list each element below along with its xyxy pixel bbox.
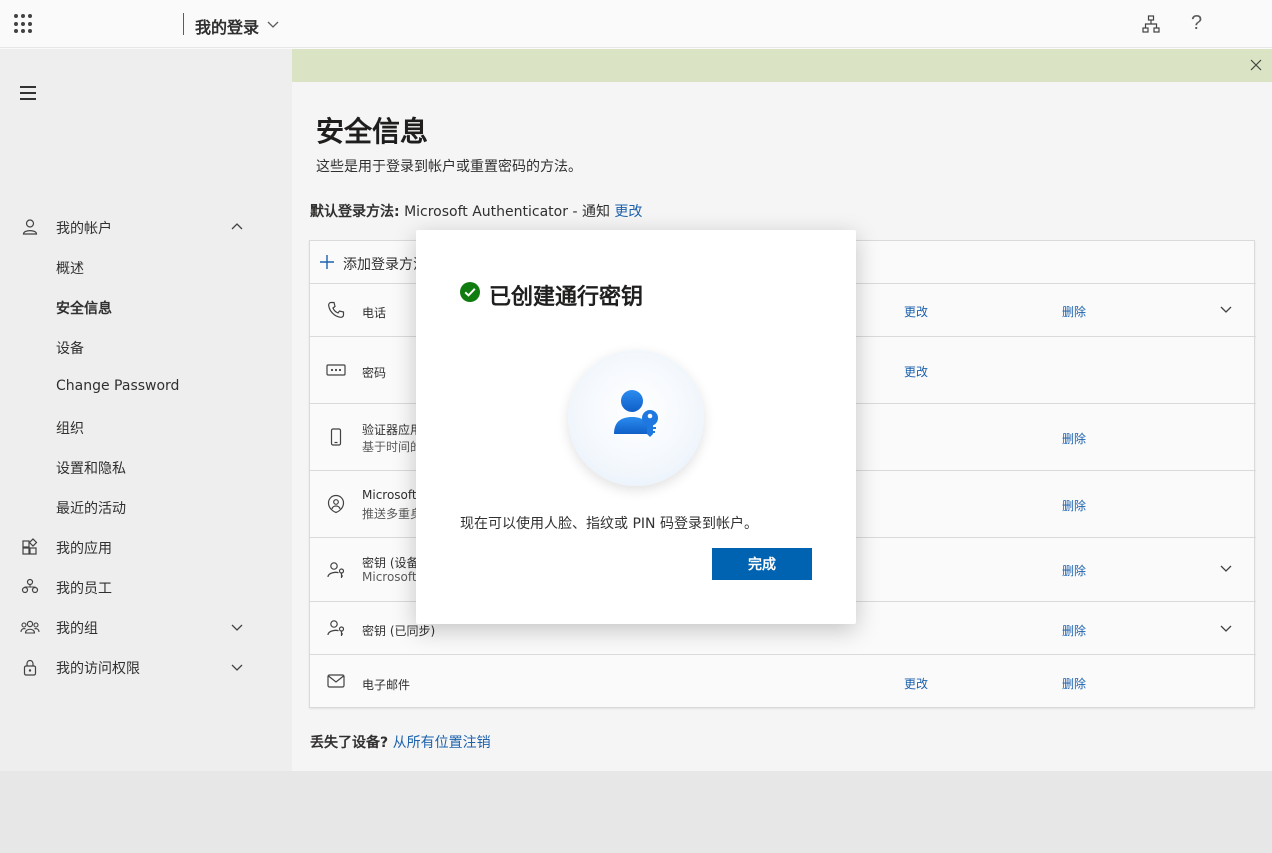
passkey-created-dialog: 已创建通行密钥 现在可以使用人脸、指纹或 PIN 码登录到帐户。 完成 xyxy=(416,230,856,624)
dialog-message: 现在可以使用人脸、指纹或 PIN 码登录到帐户。 xyxy=(460,516,758,532)
done-button[interactable]: 完成 xyxy=(712,548,812,580)
passkey-illustration xyxy=(568,350,704,486)
success-check-icon xyxy=(460,282,480,302)
passkey-person-icon xyxy=(614,390,658,437)
dialog-title: 已创建通行密钥 xyxy=(489,285,644,310)
